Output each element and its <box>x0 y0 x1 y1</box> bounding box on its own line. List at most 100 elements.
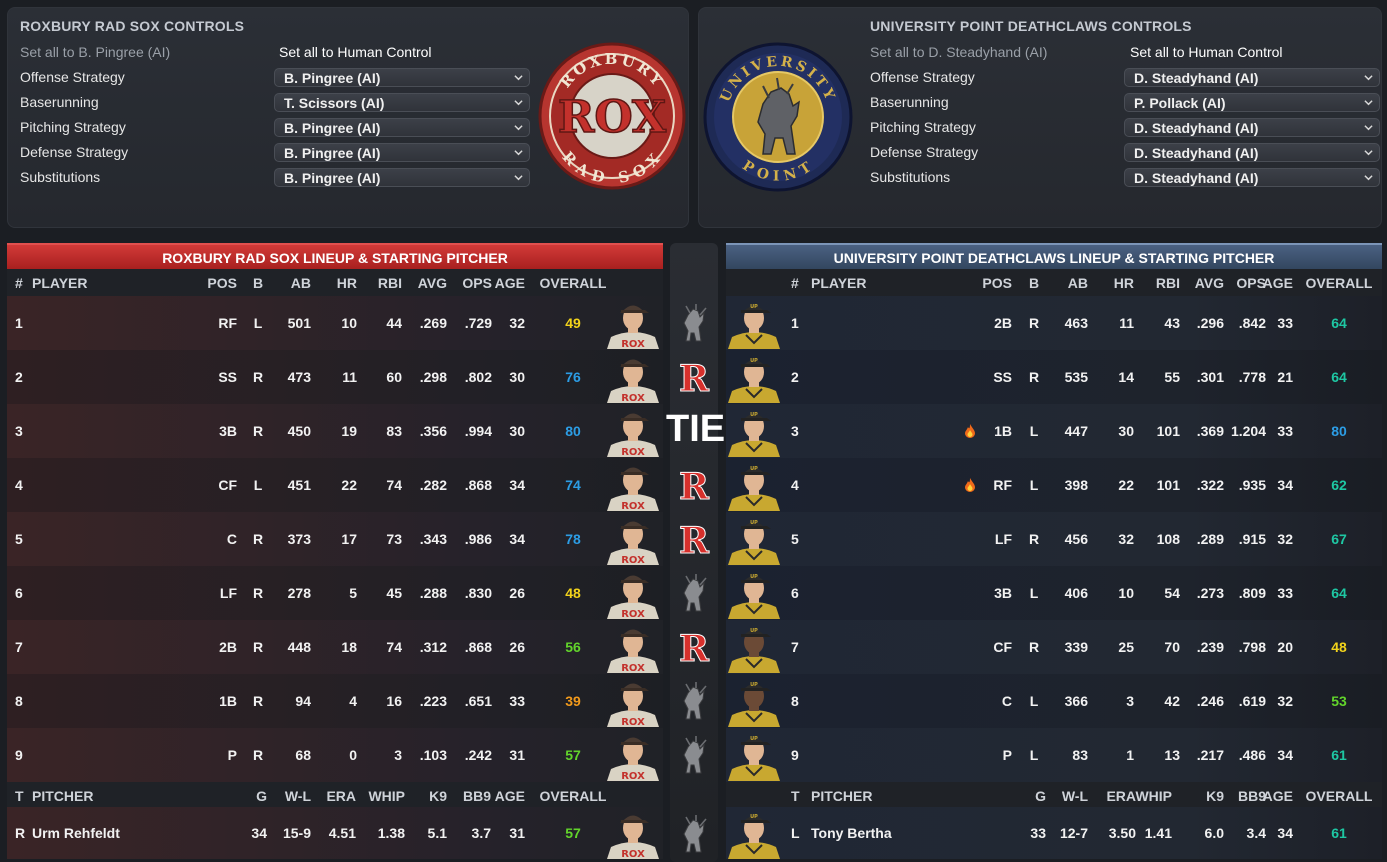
lineup-header-row: # PLAYER POS B AB HR RBI AVG OPS AGE OVERALL <box>726 269 1382 296</box>
stat-num: 4 <box>791 477 799 493</box>
hot-streak-wrap <box>964 478 976 495</box>
stat-overall: 67 <box>1331 531 1347 547</box>
home-control-label: Substitutions <box>20 169 101 185</box>
home-control-dropdown[interactable]: B. Pingree (AI) <box>274 168 530 187</box>
svg-text:UP: UP <box>750 628 758 634</box>
svg-text:ROX: ROX <box>621 663 645 673</box>
column-header-rbi: RBI <box>377 274 402 291</box>
pitcher-stat-g: 33 <box>1030 825 1046 841</box>
lineup-row[interactable]: 4 RF L 398 22 101 .322 .935 34 62 UP <box>726 458 1382 512</box>
lineup-row[interactable]: 6 LF R 278 5 45.288.830 26 48 ROX <box>7 566 663 620</box>
lineup-row[interactable]: 8 1B R 94 4 16.223.651 33 39 ROX <box>7 674 663 728</box>
home-set-all-human-link[interactable]: Set all to Human Control <box>279 41 432 63</box>
lineup-row[interactable]: 6 3B L 406 10 54 .273 .809 33 64 UP <box>726 566 1382 620</box>
pitcher-stat-whip: 1.41 <box>1144 825 1172 841</box>
claw-icon <box>683 815 707 853</box>
away-control-row: Baserunning P. Pollack (AI) <box>870 91 1380 113</box>
away-control-dropdown[interactable]: P. Pollack (AI) <box>1124 93 1380 112</box>
away-control-value: D. Steadyhand (AI) <box>1134 145 1259 161</box>
lineup-row[interactable]: 5 LF R 456 32 108 .289 .915 32 67 UP <box>726 512 1382 566</box>
svg-text:R: R <box>679 466 710 505</box>
lineup-row[interactable]: 1 2B R 463 11 43 .296 .842 33 64 UP <box>726 296 1382 350</box>
stat-ab: 448 <box>287 639 311 655</box>
home-set-all-row: Set all to B. Pingree (AI) Set all to Hu… <box>20 41 540 63</box>
stat-num: 1 <box>791 315 799 331</box>
lineup-row[interactable]: 5 C R 373 17 73.343.986 34 78 ROX <box>7 512 663 566</box>
away-control-dropdown[interactable]: D. Steadyhand (AI) <box>1124 68 1380 87</box>
home-control-dropdown[interactable]: T. Scissors (AI) <box>274 93 530 112</box>
pitcher-stat-whip: 1.38 <box>377 825 405 841</box>
stat-ops: .729 <box>464 315 492 331</box>
away-control-value: D. Steadyhand (AI) <box>1134 170 1259 186</box>
stat-avg: .246 <box>1196 693 1224 709</box>
home-set-all-ai-link[interactable]: Set all to B. Pingree (AI) <box>20 41 170 63</box>
stat-hr: 4 <box>349 693 357 709</box>
pitcher-header-t: T <box>15 787 24 804</box>
starting-pitcher-row[interactable]: R Urm Rehfeldt 34 15-9 4.51 1.38 5.1 3.7 31 57 RO… <box>7 807 663 859</box>
svg-text:ROX: ROX <box>621 339 645 349</box>
stat-rbi: 55 <box>1164 369 1180 385</box>
lineup-row[interactable]: 4 CF L 451 22 74.282.868 34 74 ROX <box>7 458 663 512</box>
stat-pos: P <box>227 747 237 763</box>
stat-b: L <box>253 315 263 331</box>
stat-ops: .778 <box>1238 369 1266 385</box>
player-name <box>811 566 971 620</box>
lineup-row[interactable]: 3 3B R 450 19 83.356.994 30 80 ROX <box>7 404 663 458</box>
stat-avg: .288 <box>419 585 447 601</box>
stat-age: 30 <box>509 423 525 439</box>
stat-pos: 1B <box>219 693 237 709</box>
stat-age: 20 <box>1277 639 1293 655</box>
away-control-dropdown[interactable]: D. Steadyhand (AI) <box>1124 168 1380 187</box>
player-portrait: UP <box>728 628 780 673</box>
player-portrait: UP <box>728 520 780 565</box>
stat-b: R <box>252 747 264 763</box>
starting-pitcher-row[interactable]: L Tony Bertha 33 12-7 3.50 1.41 6.0 3.4 34 61 UP <box>726 807 1382 859</box>
rox-r-icon: R <box>679 520 711 563</box>
player-portrait: ROX <box>607 575 659 619</box>
pitcher-stat-k9: 6.0 <box>1204 825 1224 841</box>
home-control-dropdown[interactable]: B. Pingree (AI) <box>274 118 530 137</box>
lineup-row[interactable]: 8 C L 366 3 42 .246 .619 32 53 UP <box>726 674 1382 728</box>
claw-icon <box>683 574 707 612</box>
stat-num: 9 <box>791 747 799 763</box>
away-control-dropdown[interactable]: D. Steadyhand (AI) <box>1124 143 1380 162</box>
player-name <box>32 566 207 620</box>
lineup-row[interactable]: 9 P R 68 0 3.103.242 31 57 ROX <box>7 728 663 782</box>
pitcher-header-row: T PITCHER G W-L ERA WHIP K9 BB9 AGE OVERALL <box>726 782 1382 807</box>
away-control-row: Defense Strategy D. Steadyhand (AI) <box>870 141 1380 163</box>
pitcher-stat-t: R <box>15 825 26 841</box>
away-control-dropdown[interactable]: D. Steadyhand (AI) <box>1124 118 1380 137</box>
stat-rbi: 101 <box>1156 477 1180 493</box>
lineup-row[interactable]: 2 SS R 535 14 55 .301 .778 21 64 UP <box>726 350 1382 404</box>
pitcher-header-wl: W-L <box>284 787 311 804</box>
stat-pos: 3B <box>219 423 237 439</box>
home-control-dropdown[interactable]: B. Pingree (AI) <box>274 143 530 162</box>
lineup-row[interactable]: 7 CF R 339 25 70 .239 .798 20 48 UP <box>726 620 1382 674</box>
lineup-row[interactable]: 2 SS R 473 11 60.298.802 30 76 ROX <box>7 350 663 404</box>
lineup-row[interactable]: 7 2B R 448 18 74.312.868 26 56 ROX <box>7 620 663 674</box>
away-set-all-human-link[interactable]: Set all to Human Control <box>1130 41 1283 63</box>
matchup-indicator <box>676 681 712 721</box>
lineup-row[interactable]: 9 P L 83 1 13 .217 .486 34 61 UP <box>726 728 1382 782</box>
stat-overall: 80 <box>1331 423 1347 439</box>
lineup-row[interactable]: 3 1B L 447 30 101 .369 1.204 33 80 UP <box>726 404 1382 458</box>
pitcher-header-whip: WHIP <box>368 787 405 804</box>
chevron-down-icon <box>1364 100 1373 106</box>
player-name <box>811 728 971 782</box>
stat-age: 32 <box>1277 693 1293 709</box>
away-control-label: Baserunning <box>870 94 949 110</box>
claw-icon <box>683 304 707 342</box>
stat-rbi: 3 <box>394 747 402 763</box>
stat-num: 8 <box>791 693 799 709</box>
home-control-dropdown[interactable]: B. Pingree (AI) <box>274 68 530 87</box>
stat-ab: 501 <box>287 315 311 331</box>
stat-avg: .269 <box>419 315 447 331</box>
stat-avg: .103 <box>419 747 447 763</box>
stat-ab: 473 <box>287 369 311 385</box>
deathclaws-logo: UNIVERSITY POINT <box>703 42 853 192</box>
lineup-row[interactable]: 1 RF L 501 10 44.269.729 32 49 ROX <box>7 296 663 350</box>
chevron-down-icon <box>514 75 523 81</box>
away-set-all-ai-link[interactable]: Set all to D. Steadyhand (AI) <box>870 41 1047 63</box>
stat-pos: SS <box>993 369 1012 385</box>
stat-ab: 94 <box>295 693 311 709</box>
